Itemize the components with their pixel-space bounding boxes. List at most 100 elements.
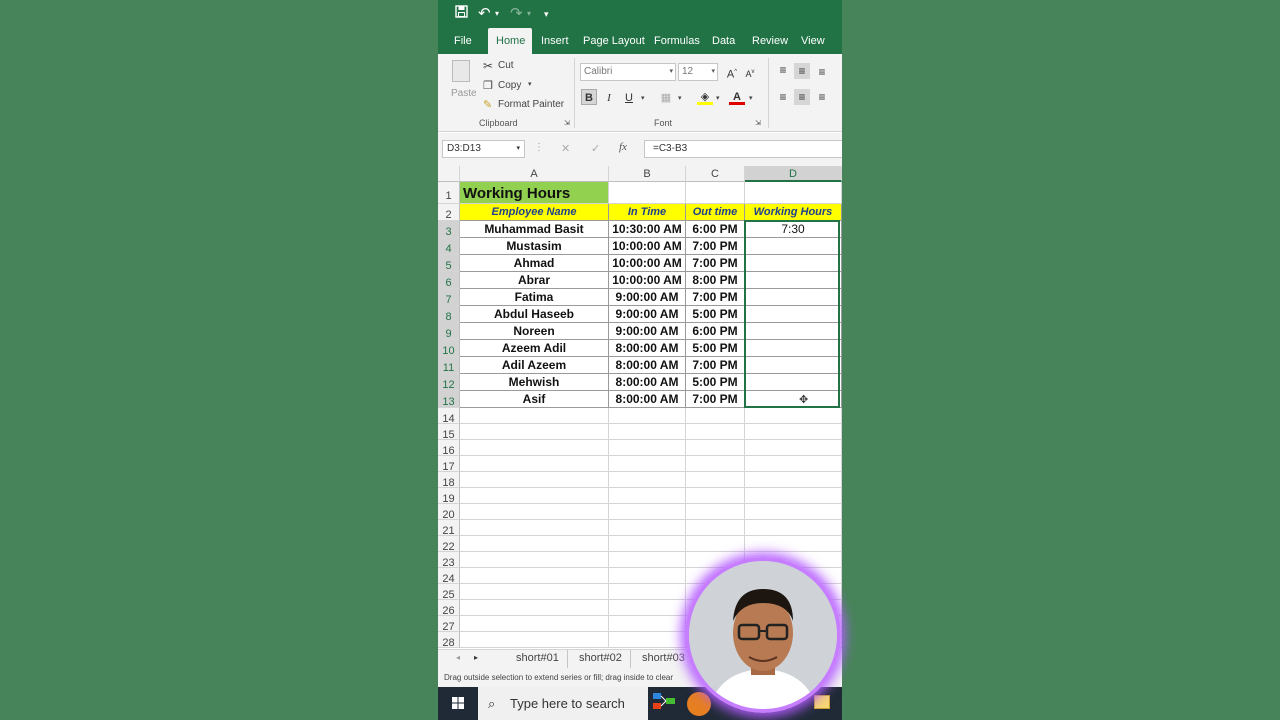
empty-cell[interactable] — [745, 472, 842, 488]
align-left-icon[interactable]: ≡ — [775, 89, 791, 105]
align-right-icon[interactable]: ≡ — [814, 89, 830, 105]
empty-cell[interactable] — [745, 424, 842, 440]
row-header[interactable]: 18 — [438, 472, 460, 489]
data-cell[interactable] — [745, 374, 842, 391]
row-header[interactable]: 19 — [438, 488, 460, 505]
empty-cell[interactable] — [686, 408, 745, 424]
paste-icon[interactable] — [452, 60, 470, 82]
row-header[interactable]: 3 — [438, 221, 460, 238]
customize-qat-icon[interactable]: ▾ — [544, 4, 549, 24]
data-cell[interactable] — [745, 391, 842, 408]
empty-cell[interactable] — [686, 488, 745, 504]
empty-cell[interactable] — [460, 456, 609, 472]
data-cell[interactable]: 9:00:00 AM — [609, 323, 686, 340]
borders-icon[interactable]: ▦ — [658, 90, 674, 106]
empty-cell[interactable] — [686, 424, 745, 440]
empty-cell[interactable] — [460, 408, 609, 424]
data-cell[interactable]: Abrar — [460, 272, 609, 289]
data-cell[interactable]: 6:00 PM — [686, 323, 745, 340]
row-header[interactable]: 25 — [438, 584, 460, 601]
enter-icon[interactable]: ✓ — [591, 142, 600, 155]
sheet-tab[interactable]: short#01 — [508, 650, 568, 668]
fill-color-dropdown-icon[interactable]: ▾ — [716, 94, 720, 102]
copy-icon[interactable]: ❐ — [483, 79, 493, 92]
column-header-c[interactable]: C — [686, 166, 745, 182]
column-label-cell[interactable]: Employee Name — [460, 204, 609, 221]
font-size-select[interactable]: 12 ▾ — [678, 63, 718, 81]
empty-cell[interactable] — [609, 440, 686, 456]
scroll-right-icon[interactable]: ▸ — [474, 653, 478, 662]
column-label-cell[interactable]: Out time — [686, 204, 745, 221]
font-color-dropdown-icon[interactable]: ▾ — [749, 94, 753, 102]
tab-insert[interactable]: Insert — [533, 28, 577, 54]
data-cell[interactable]: Adil Azeem — [460, 357, 609, 374]
empty-cell[interactable] — [686, 520, 745, 536]
tab-data[interactable]: Data — [704, 28, 743, 54]
empty-cell[interactable] — [609, 488, 686, 504]
empty-cell[interactable] — [609, 472, 686, 488]
data-cell[interactable]: 10:00:00 AM — [609, 272, 686, 289]
align-top-icon[interactable]: ≡ — [775, 62, 791, 78]
cut-button[interactable]: Cut — [498, 60, 514, 71]
empty-cell[interactable] — [745, 536, 842, 552]
data-cell[interactable]: 8:00:00 AM — [609, 374, 686, 391]
font-launcher-icon[interactable]: ⇲ — [755, 119, 761, 127]
save-icon[interactable] — [455, 4, 468, 24]
cancel-icon[interactable]: ✕ — [561, 142, 570, 155]
data-cell[interactable]: Muhammad Basit — [460, 221, 609, 238]
insert-function-icon[interactable]: fx — [619, 141, 627, 153]
empty-cell[interactable] — [460, 440, 609, 456]
empty-cell[interactable] — [686, 456, 745, 472]
taskbar-search[interactable]: ⌕ Type here to search — [478, 687, 648, 720]
empty-cell[interactable] — [609, 456, 686, 472]
data-cell[interactable]: 8:00:00 AM — [609, 391, 686, 408]
row-header[interactable]: 26 — [438, 600, 460, 617]
empty-cell[interactable] — [609, 408, 686, 424]
empty-cell[interactable] — [609, 568, 686, 584]
data-cell[interactable] — [745, 340, 842, 357]
align-middle-icon[interactable]: ≡ — [794, 63, 810, 79]
data-cell[interactable]: 8:00:00 AM — [609, 357, 686, 374]
tab-page-layout[interactable]: Page Layout — [575, 28, 653, 54]
data-cell[interactable]: 5:00 PM — [686, 306, 745, 323]
row-header[interactable]: 1 — [438, 182, 460, 204]
tab-review[interactable]: Review — [744, 28, 796, 54]
scroll-left-icon[interactable]: ◂ — [456, 653, 460, 662]
empty-cell[interactable] — [609, 552, 686, 568]
row-header[interactable]: 8 — [438, 306, 460, 323]
row-header[interactable]: 21 — [438, 520, 460, 537]
data-cell[interactable]: 7:30 — [745, 221, 842, 238]
data-cell[interactable] — [745, 323, 842, 340]
align-bottom-icon[interactable]: ≡ — [814, 64, 830, 80]
data-cell[interactable]: Mehwish — [460, 374, 609, 391]
tab-formulas[interactable]: Formulas — [646, 28, 708, 54]
cut-icon[interactable]: ✂ — [483, 59, 493, 73]
data-cell[interactable]: 7:00 PM — [686, 391, 745, 408]
column-header-b[interactable]: B — [609, 166, 686, 182]
empty-cell[interactable] — [609, 600, 686, 616]
copy-button[interactable]: Copy — [498, 80, 521, 91]
data-cell[interactable] — [745, 272, 842, 289]
empty-cell[interactable] — [609, 424, 686, 440]
empty-cell[interactable] — [745, 488, 842, 504]
row-header[interactable]: 14 — [438, 408, 460, 425]
empty-cell[interactable] — [686, 536, 745, 552]
basketball-icon[interactable] — [687, 692, 711, 716]
row-header[interactable]: 7 — [438, 289, 460, 306]
data-cell[interactable]: 8:00:00 AM — [609, 340, 686, 357]
empty-cell[interactable] — [460, 616, 609, 632]
windows-start-icon[interactable] — [438, 687, 478, 720]
row-header[interactable]: 13 — [438, 391, 460, 408]
empty-cell[interactable] — [609, 504, 686, 520]
empty-cell[interactable] — [609, 616, 686, 632]
column-header-d[interactable]: D — [745, 166, 842, 182]
empty-cell[interactable] — [745, 182, 842, 204]
underline-dropdown-icon[interactable]: ▾ — [641, 94, 645, 102]
data-cell[interactable]: Mustasim — [460, 238, 609, 255]
row-header[interactable]: 2 — [438, 204, 460, 221]
data-cell[interactable]: 9:00:00 AM — [609, 289, 686, 306]
format-painter-icon[interactable]: ✎ — [483, 98, 492, 111]
data-cell[interactable]: 7:00 PM — [686, 255, 745, 272]
italic-button[interactable]: I — [601, 90, 617, 106]
sheet-tab[interactable]: short#03 — [634, 650, 694, 668]
